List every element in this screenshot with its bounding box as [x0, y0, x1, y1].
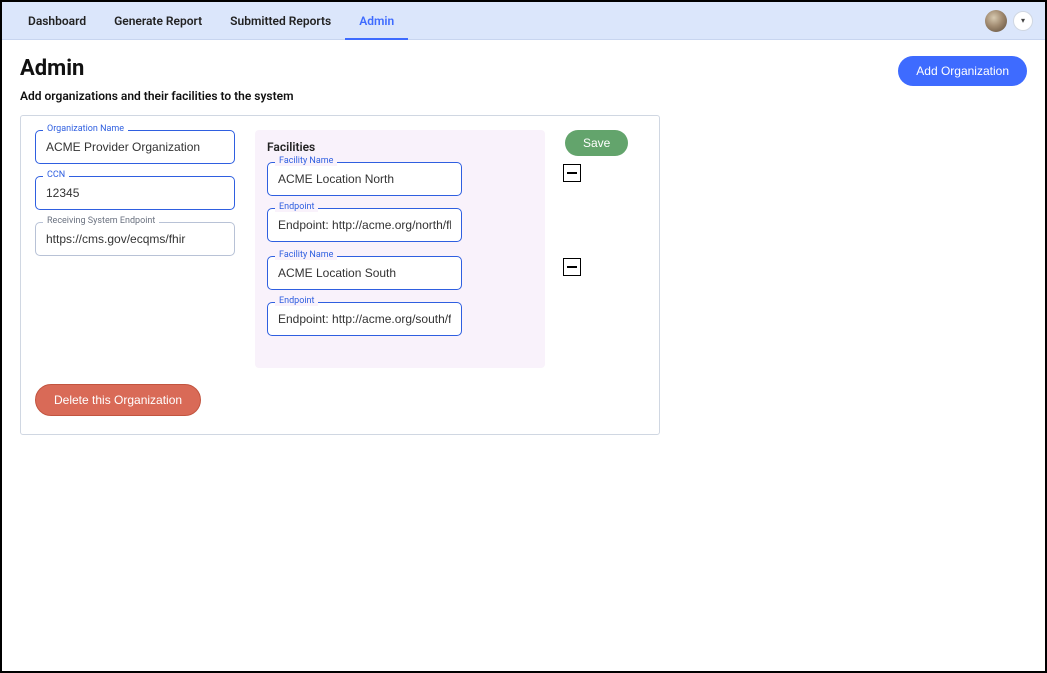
org-name-input[interactable]	[35, 130, 235, 164]
organization-fields: Organization Name CCN Receiving System E…	[35, 130, 235, 268]
receiving-endpoint-label: Receiving System Endpoint	[43, 216, 159, 226]
facility-name-input-0[interactable]	[267, 162, 462, 196]
facility-name-label-1: Facility Name	[275, 250, 337, 260]
user-menu-caret[interactable]: ▾	[1013, 11, 1033, 31]
org-name-label: Organization Name	[43, 124, 128, 134]
facility-block-1: Facility Name Endpoint	[267, 256, 533, 336]
nav-tabs: Dashboard Generate Report Submitted Repo…	[14, 2, 408, 40]
add-organization-button[interactable]: Add Organization	[898, 56, 1027, 86]
facility-block-0: Facility Name Endpoint	[267, 162, 533, 242]
facility-endpoint-input-0[interactable]	[267, 208, 462, 242]
facilities-column: Facilities Facility Name Endpoint	[255, 130, 545, 368]
top-nav: Dashboard Generate Report Submitted Repo…	[2, 2, 1045, 40]
page-subtitle: Add organizations and their facilities t…	[20, 89, 294, 103]
facility-name-label-0: Facility Name	[275, 156, 337, 166]
tab-admin[interactable]: Admin	[345, 2, 408, 40]
tab-submitted-reports[interactable]: Submitted Reports	[216, 2, 345, 40]
save-button[interactable]: Save	[565, 130, 628, 156]
minus-icon	[567, 266, 577, 268]
organization-card: Organization Name CCN Receiving System E…	[20, 115, 660, 435]
facility-endpoint-input-1[interactable]	[267, 302, 462, 336]
facility-remove-button-1[interactable]	[563, 258, 581, 276]
avatar[interactable]	[985, 10, 1007, 32]
delete-organization-button[interactable]: Delete this Organization	[35, 384, 201, 416]
ccn-input[interactable]	[35, 176, 235, 210]
page-title: Admin	[20, 56, 294, 81]
facility-name-input-1[interactable]	[267, 256, 462, 290]
minus-icon	[567, 172, 577, 174]
tab-generate-report[interactable]: Generate Report	[100, 2, 216, 40]
receiving-endpoint-input[interactable]	[35, 222, 235, 256]
facility-remove-button-0[interactable]	[563, 164, 581, 182]
facilities-title: Facilities	[267, 140, 533, 154]
facility-endpoint-label-0: Endpoint	[275, 202, 318, 212]
facility-endpoint-label-1: Endpoint	[275, 296, 318, 306]
ccn-label: CCN	[43, 170, 69, 180]
tab-dashboard[interactable]: Dashboard	[14, 2, 100, 40]
